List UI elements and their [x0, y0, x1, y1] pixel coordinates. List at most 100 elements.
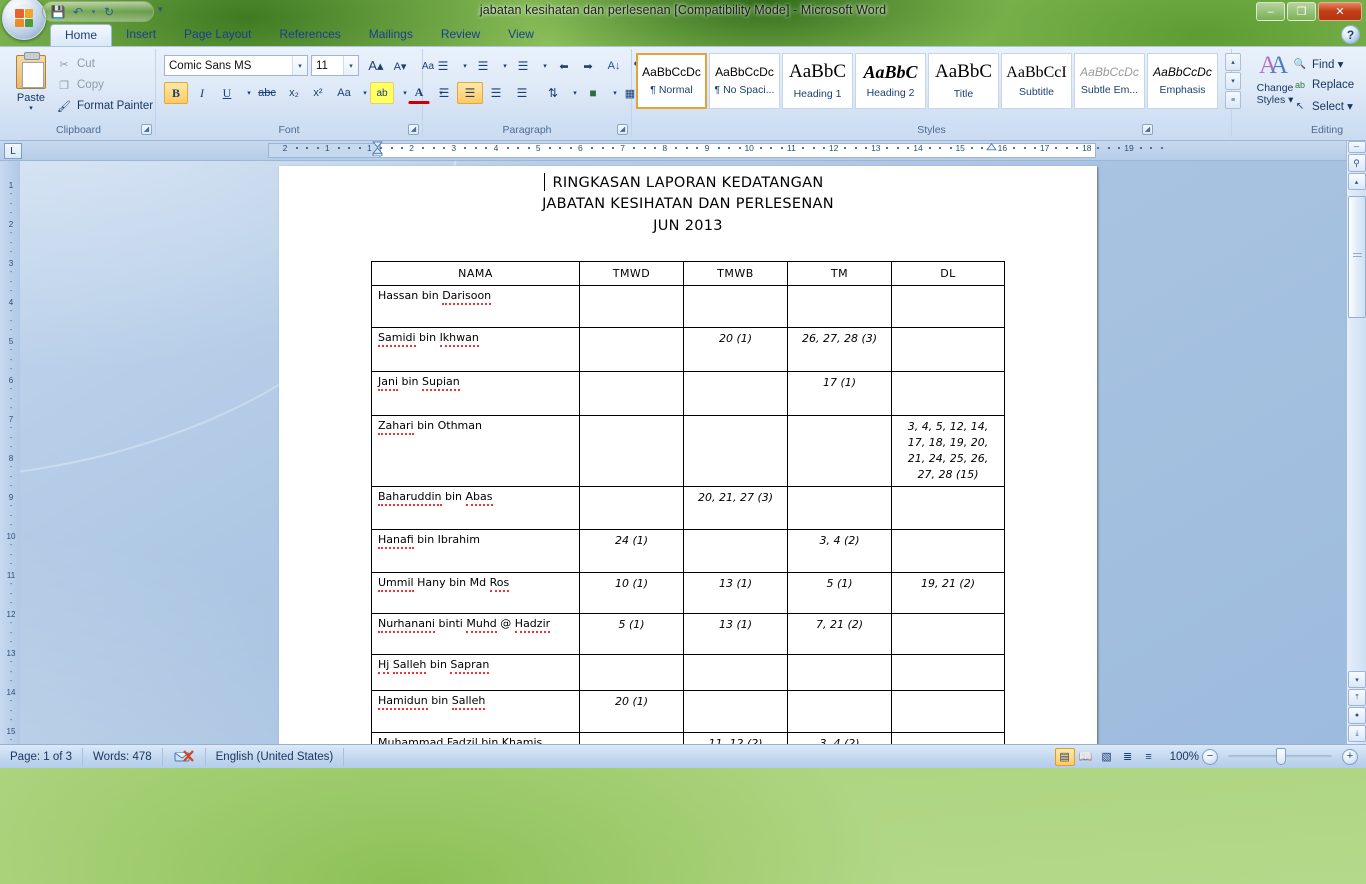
zoom-slider[interactable]: [1228, 747, 1332, 765]
styles-more-icon[interactable]: ≡: [1225, 91, 1241, 109]
table-row[interactable]: Hamidun bin Salleh 20 (1): [371, 689, 1005, 733]
cell-tmwb[interactable]: [683, 653, 788, 691]
table-row[interactable]: Baharuddin bin Abas 20, 21, 27 (3): [371, 485, 1005, 530]
cell-tmwb[interactable]: [683, 689, 788, 733]
split-bar-handle[interactable]: ─: [1347, 141, 1366, 153]
save-icon[interactable]: 💾: [49, 3, 67, 20]
help-icon[interactable]: ?: [1341, 25, 1360, 44]
cell-tmwb[interactable]: [683, 414, 788, 487]
scroll-down-button[interactable]: ▾: [1348, 671, 1366, 688]
cell-dl[interactable]: 3, 4, 5, 12, 14, 17, 18, 19, 20, 21, 24,…: [891, 414, 1005, 487]
text-highlight-button[interactable]: ab: [370, 82, 394, 104]
styles-scroll-up-icon[interactable]: ▴: [1225, 53, 1241, 71]
cell-nama[interactable]: Baharuddin bin Abas: [371, 485, 580, 530]
superscript-button[interactable]: x²: [306, 82, 330, 104]
line-spacing-button[interactable]: ⇅: [541, 82, 565, 104]
page-indicator[interactable]: Page: 1 of 3: [0, 747, 84, 766]
tab-mailings[interactable]: Mailings: [355, 24, 427, 46]
numbering-button[interactable]: ☰: [471, 55, 495, 77]
cell-tmwd[interactable]: [579, 414, 684, 487]
font-name-dropdown-icon[interactable]: ▾: [292, 56, 307, 75]
font-name-input[interactable]: Comic Sans MS ▾: [164, 55, 308, 76]
cell-tm[interactable]: 17 (1): [787, 370, 892, 416]
tab-view[interactable]: View: [494, 24, 548, 46]
scroll-thumb[interactable]: [1348, 196, 1366, 318]
change-case-button[interactable]: Aa: [332, 82, 356, 104]
language-indicator[interactable]: English (United States): [206, 747, 345, 766]
font-dialog-launcher-icon[interactable]: ◢: [408, 124, 419, 135]
sort-button[interactable]: A↓: [602, 55, 626, 77]
zoom-level[interactable]: 100%: [1170, 751, 1199, 763]
cell-tmwd[interactable]: 10 (1): [579, 571, 684, 614]
format-painter-button[interactable]: 🖌 Format Painter: [56, 96, 153, 116]
cut-button[interactable]: ✂ Cut: [56, 54, 95, 74]
view-button-print-layout[interactable]: ▤: [1054, 747, 1075, 766]
tab-insert[interactable]: Insert: [112, 24, 170, 46]
cell-dl[interactable]: [891, 326, 1005, 372]
style-emphasis[interactable]: AaBbCcDc Emphasis: [1147, 53, 1218, 109]
cell-dl[interactable]: [891, 284, 1005, 328]
style-subtitle[interactable]: AaBbCcI Subtitle: [1001, 53, 1072, 109]
select-browse-object-top-icon[interactable]: ⚲: [1347, 154, 1366, 172]
font-size-input[interactable]: 11 ▾: [311, 55, 359, 76]
decrease-indent-button[interactable]: ⬅: [552, 55, 576, 77]
cell-dl[interactable]: [891, 485, 1005, 530]
bold-button[interactable]: B: [164, 82, 188, 104]
cell-tmwd[interactable]: [579, 284, 684, 328]
cell-tm[interactable]: [787, 689, 892, 733]
bullets-button[interactable]: ☰: [431, 55, 455, 77]
right-indent-marker-icon[interactable]: [986, 141, 997, 156]
find-button[interactable]: 🔍 Find ▾: [1292, 54, 1344, 74]
style--normal[interactable]: AaBbCcDc ¶ Normal: [636, 53, 707, 109]
cell-nama[interactable]: Ummil Hany bin Md Ros: [371, 571, 580, 614]
paste-dropdown-icon[interactable]: ▾: [10, 104, 52, 112]
close-button[interactable]: ✕: [1318, 2, 1362, 21]
vertical-scrollbar[interactable]: ─ ⚲ ▴ ▾ ⤒ ● ⤓: [1346, 141, 1366, 744]
cell-tmwd[interactable]: [579, 326, 684, 372]
cell-tmwd[interactable]: 20 (1): [579, 689, 684, 733]
cell-dl[interactable]: 19, 21 (2): [891, 571, 1005, 614]
cell-tmwb[interactable]: 13 (1): [683, 571, 788, 614]
tab-page-layout[interactable]: Page Layout: [170, 24, 265, 46]
view-button-full-screen-reading[interactable]: 📖: [1076, 748, 1096, 766]
table-row[interactable]: Zahari bin Othman 3, 4, 5, 12, 14, 17, 18…: [371, 414, 1005, 487]
tab-review[interactable]: Review: [427, 24, 494, 46]
scroll-up-button[interactable]: ▴: [1347, 173, 1366, 190]
cell-tmwb[interactable]: [683, 528, 788, 573]
paste-button[interactable]: Paste ▾: [10, 52, 52, 117]
cell-tmwd[interactable]: 5 (1): [579, 612, 684, 655]
cell-tmwb[interactable]: 11, 12 (2): [683, 731, 788, 744]
previous-page-button[interactable]: ⤒: [1348, 689, 1366, 706]
cell-tm[interactable]: [787, 414, 892, 487]
undo-dropdown-icon[interactable]: ▾: [89, 8, 98, 16]
view-button-draft[interactable]: ≡: [1139, 748, 1159, 766]
zoom-out-button[interactable]: −: [1202, 748, 1218, 765]
cell-nama[interactable]: Hassan bin Darisoon: [371, 284, 580, 328]
restore-button[interactable]: ❐: [1287, 2, 1316, 21]
select-browse-object-button[interactable]: ●: [1348, 707, 1366, 724]
cell-nama[interactable]: Samidi bin Ikhwan: [371, 326, 580, 372]
minimize-button[interactable]: –: [1256, 2, 1285, 21]
document-canvas[interactable]: RINGKASAN LAPORAN KEDATANGAN JABATAN KES…: [20, 161, 1346, 744]
italic-button[interactable]: I: [190, 82, 214, 104]
cell-dl[interactable]: [891, 731, 1005, 744]
document-page[interactable]: RINGKASAN LAPORAN KEDATANGAN JABATAN KES…: [279, 166, 1097, 744]
view-button-outline[interactable]: ≣: [1118, 748, 1138, 766]
table-row[interactable]: Hanafi bin Ibrahim 24 (1) 3, 4 (2): [371, 528, 1005, 573]
multilevel-list-button[interactable]: ☰: [511, 55, 535, 77]
table-row[interactable]: Nurhanani binti Muhd @ Hadzir 5 (1) 13 (1)…: [371, 612, 1005, 655]
customize-qat-icon[interactable]: ▾: [158, 4, 163, 15]
cell-tm[interactable]: [787, 653, 892, 691]
underline-button[interactable]: U: [216, 82, 238, 104]
table-row[interactable]: Hj Salleh bin Sapran: [371, 653, 1005, 691]
cell-nama[interactable]: Nurhanani binti Muhd @ Hadzir: [371, 612, 580, 655]
cell-dl[interactable]: [891, 528, 1005, 573]
tab-stop-selector[interactable]: L: [4, 143, 22, 159]
cell-nama[interactable]: Zahari bin Othman: [371, 414, 580, 487]
table-row[interactable]: Hassan bin Darisoon: [371, 284, 1005, 328]
table-row[interactable]: Ummil Hany bin Md Ros 10 (1) 13 (1) 5 (1) 19…: [371, 571, 1005, 614]
first-line-indent-marker-icon[interactable]: [372, 141, 383, 156]
cell-nama[interactable]: Jani bin Supian: [371, 370, 580, 416]
styles-scroll-down-icon[interactable]: ▾: [1225, 72, 1241, 90]
cell-tmwb[interactable]: 20, 21, 27 (3): [683, 485, 788, 530]
